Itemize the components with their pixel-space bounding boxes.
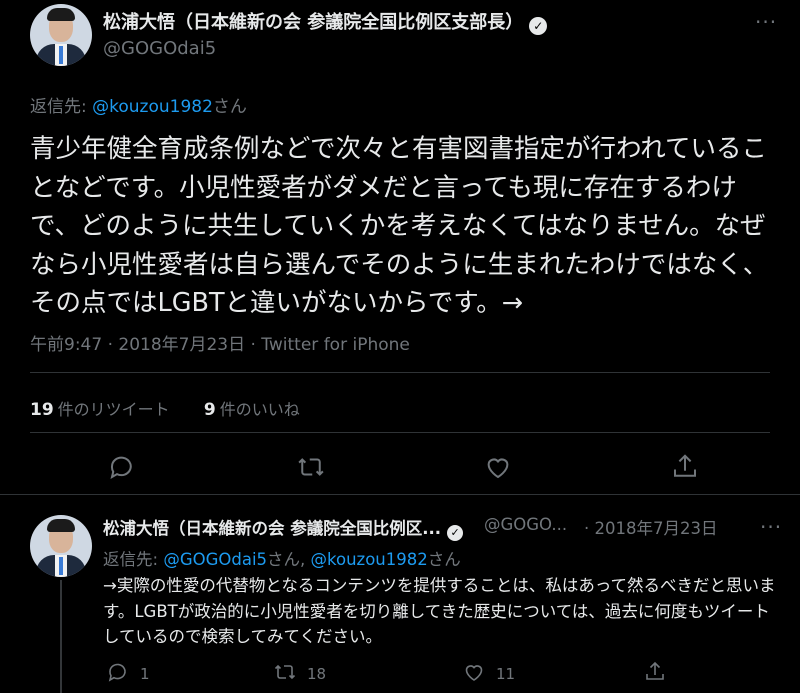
tweet-body: 青少年健全育成条例などで次々と有害図書指定が行われていることなどです。小児性愛者… bbox=[30, 134, 769, 318]
reply-author-handle[interactable]: @GOGO... bbox=[484, 515, 567, 534]
replying-to: 返信先: @GOGOdai5さん, @kouzou1982さん bbox=[103, 546, 461, 570]
reply-author-name[interactable]: 松浦大悟（日本維新の会 参議院全国比例区... ✓ bbox=[103, 515, 464, 541]
divider bbox=[30, 432, 770, 433]
retweets-count: 19 bbox=[30, 400, 54, 420]
like-button[interactable]: 11 bbox=[462, 660, 515, 688]
author-name-text[interactable]: 松浦大悟（日本維新の会 参議院全国比例区支部長） bbox=[103, 12, 523, 33]
share-icon[interactable] bbox=[670, 452, 700, 482]
retweet-icon[interactable] bbox=[296, 452, 326, 482]
verified-badge-icon: ✓ bbox=[447, 525, 464, 541]
reply-count: 1 bbox=[140, 665, 150, 683]
replying-to-suffix: さん bbox=[427, 550, 461, 569]
reply-icon[interactable] bbox=[107, 452, 137, 482]
replying-to-suffix: さん bbox=[212, 97, 247, 117]
action-bar bbox=[0, 452, 800, 484]
retweet-icon[interactable] bbox=[273, 660, 297, 688]
retweets-stat[interactable]: 19 件のリツイート bbox=[30, 400, 170, 420]
divider bbox=[30, 372, 770, 373]
author-name[interactable]: 松浦大悟（日本維新の会 参議院全国比例区支部長） ✓ bbox=[103, 8, 548, 35]
more-icon[interactable]: ··· bbox=[760, 515, 782, 539]
retweets-label: 件のリツイート bbox=[57, 400, 170, 419]
replying-to-link-2[interactable]: @kouzou1982 bbox=[311, 550, 428, 569]
replying-to-label: 返信先: bbox=[30, 97, 93, 117]
heart-icon[interactable] bbox=[483, 452, 513, 482]
reply-button[interactable]: 1 bbox=[106, 660, 150, 688]
like-count: 11 bbox=[496, 665, 516, 683]
retweet-button[interactable]: 18 bbox=[273, 660, 326, 688]
replying-to-link-1[interactable]: @GOGOdai5 bbox=[163, 550, 267, 569]
reply-icon[interactable] bbox=[106, 660, 130, 688]
share-icon[interactable] bbox=[643, 660, 667, 688]
tweet-meta[interactable]: 午前9:47 · 2018年7月23日 · Twitter for iPhone bbox=[30, 330, 410, 355]
tweet-divider bbox=[0, 494, 800, 495]
replying-to-mid: さん, bbox=[267, 550, 311, 569]
reply-author-name-text[interactable]: 松浦大悟（日本維新の会 参議院全国比例区... bbox=[103, 519, 441, 538]
reply-date[interactable]: · 2018年7月23日 bbox=[584, 515, 717, 539]
likes-label: 件のいいね bbox=[219, 400, 300, 419]
tweet-stats: 19 件のリツイート 9 件のいいね bbox=[30, 396, 300, 420]
main-tweet: 松浦大悟（日本維新の会 参議院全国比例区支部長） ✓ @GOGOdai5 ··· … bbox=[0, 0, 800, 494]
author-handle[interactable]: @GOGOdai5 bbox=[103, 38, 216, 59]
replying-to-label: 返信先: bbox=[103, 550, 164, 569]
share-button[interactable] bbox=[643, 660, 667, 688]
verified-badge-icon: ✓ bbox=[529, 17, 548, 35]
replying-to: 返信先: @kouzou1982さん bbox=[30, 92, 247, 117]
avatar[interactable] bbox=[30, 515, 92, 577]
more-icon[interactable]: ··· bbox=[755, 10, 777, 34]
likes-count: 9 bbox=[203, 400, 216, 420]
avatar[interactable] bbox=[30, 4, 92, 66]
reply-body: →実際の性愛の代替物となるコンテンツを提供することは、私はあって然るべきだと思い… bbox=[103, 576, 776, 646]
replying-to-link[interactable]: @kouzou1982 bbox=[92, 97, 213, 117]
heart-icon[interactable] bbox=[462, 660, 486, 688]
reply-action-bar: 1 18 11 bbox=[0, 660, 800, 690]
retweet-count: 18 bbox=[307, 665, 327, 683]
likes-stat[interactable]: 9 件のいいね bbox=[203, 400, 300, 420]
